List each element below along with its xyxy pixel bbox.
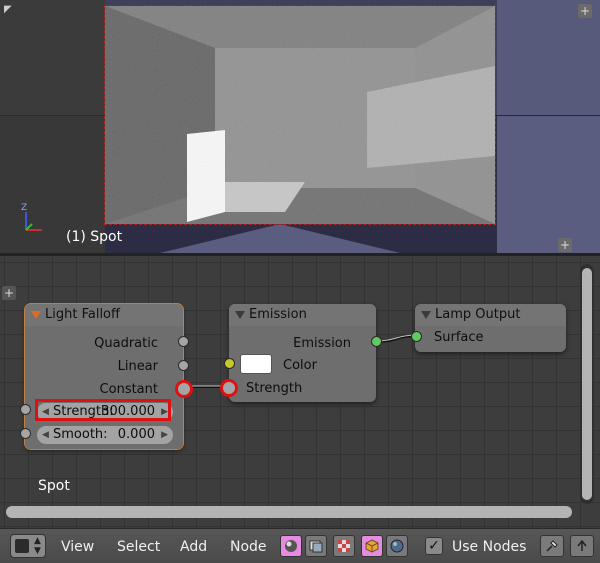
emission-node[interactable]: Emission Emission Color Strength (229, 304, 376, 402)
world-icon (390, 539, 404, 553)
viewport-background-right-lower (497, 115, 600, 253)
use-nodes-label[interactable]: Use Nodes (452, 539, 526, 555)
object-shader-icon (285, 540, 297, 552)
color-input-label: Color (283, 358, 317, 373)
node-editor-plus-icon[interactable]: + (2, 286, 16, 300)
parent-node-tree-button[interactable] (570, 535, 594, 557)
menu-add[interactable]: Add (180, 539, 207, 555)
horizontal-scrollbar[interactable] (6, 506, 572, 518)
light-falloff-title: Light Falloff (45, 307, 120, 322)
linear-output-socket[interactable] (178, 360, 189, 371)
collapse-triangle-icon[interactable] (235, 311, 245, 319)
texture-button[interactable] (333, 535, 355, 557)
properties-plus-icon[interactable]: + (558, 238, 572, 252)
axis-gizmo-icon: Z (21, 203, 42, 231)
light-falloff-node[interactable]: Light Falloff Quadratic Linear Constant … (24, 303, 184, 450)
object-icon (365, 539, 379, 553)
emission-title: Emission (249, 307, 307, 322)
lamp-output-header[interactable]: Lamp Output (415, 304, 566, 326)
corner-drag-icon[interactable]: ◤ (4, 4, 16, 16)
smooth-label: Smooth: (53, 427, 108, 442)
up-down-arrows-icon: ▲ ▼ (34, 536, 41, 556)
menu-node[interactable]: Node (230, 539, 267, 555)
collapse-triangle-icon[interactable] (31, 311, 41, 319)
active-object-label: (1) Spot (66, 229, 123, 245)
quadratic-output-socket[interactable] (178, 336, 189, 347)
use-nodes-checkbox[interactable]: ✓ (425, 537, 443, 555)
emission-strength-input-socket[interactable] (220, 379, 238, 397)
emission-output-label: Emission (293, 336, 351, 351)
decrement-arrow-icon[interactable]: ◀ (42, 426, 49, 444)
vertical-scrollbar-thumb[interactable] (582, 268, 592, 500)
smooth-value: 0.000 (117, 427, 155, 442)
smooth-input-socket[interactable] (20, 428, 31, 439)
collapse-triangle-icon[interactable] (421, 311, 431, 319)
render-preview (104, 5, 496, 225)
surface-input-label: Surface (434, 330, 484, 345)
world-shader-button[interactable] (305, 535, 327, 557)
linear-output-label: Linear (117, 359, 158, 374)
object-shader-button[interactable] (280, 535, 302, 557)
menu-view[interactable]: View (61, 539, 94, 555)
strength-input-socket[interactable] (20, 404, 31, 415)
viewport-floor-shape (160, 224, 400, 253)
color-input-socket[interactable] (224, 358, 235, 369)
node-editor[interactable]: + Light Falloff Quadratic Linear Constan… (0, 256, 600, 528)
world-button[interactable] (386, 535, 408, 557)
surface-input-socket[interactable] (411, 331, 422, 342)
parent-node-icon (577, 539, 587, 551)
lamp-output-node[interactable]: Lamp Output Surface (415, 304, 566, 352)
color-swatch[interactable] (240, 354, 272, 374)
strength-input-label: Strength (246, 381, 303, 396)
axis-z-label: Z (21, 203, 27, 213)
smooth-field[interactable]: ◀ Smooth: 0.000 ▶ (37, 426, 173, 444)
quadratic-output-label: Quadratic (94, 336, 158, 351)
object-button[interactable] (361, 535, 383, 557)
texture-icon (338, 540, 350, 552)
pin-button[interactable] (540, 535, 564, 557)
increment-arrow-icon[interactable]: ▶ (161, 426, 168, 444)
menu-select[interactable]: Select (117, 539, 160, 555)
add-area-plus-icon[interactable]: + (578, 4, 592, 18)
3d-viewport[interactable]: ◤ + + Z (1) Spot (0, 0, 600, 253)
editor-type-icon (15, 539, 29, 553)
editor-type-button[interactable]: ▲ ▼ (10, 534, 46, 558)
strength-highlight-box (35, 399, 171, 421)
node-editor-header: ▲ ▼ View Select Add Node ✓ Use Nodes (0, 528, 600, 563)
constant-output-label: Constant (99, 382, 158, 397)
pin-icon (546, 540, 558, 552)
lamp-name-label: Spot (38, 478, 70, 494)
lamp-output-title: Lamp Output (435, 307, 521, 322)
world-shader-icon (309, 540, 323, 553)
emission-header[interactable]: Emission (229, 304, 376, 326)
emission-output-socket[interactable] (371, 336, 382, 347)
constant-output-socket[interactable] (175, 380, 193, 398)
light-falloff-header[interactable]: Light Falloff (25, 304, 183, 326)
